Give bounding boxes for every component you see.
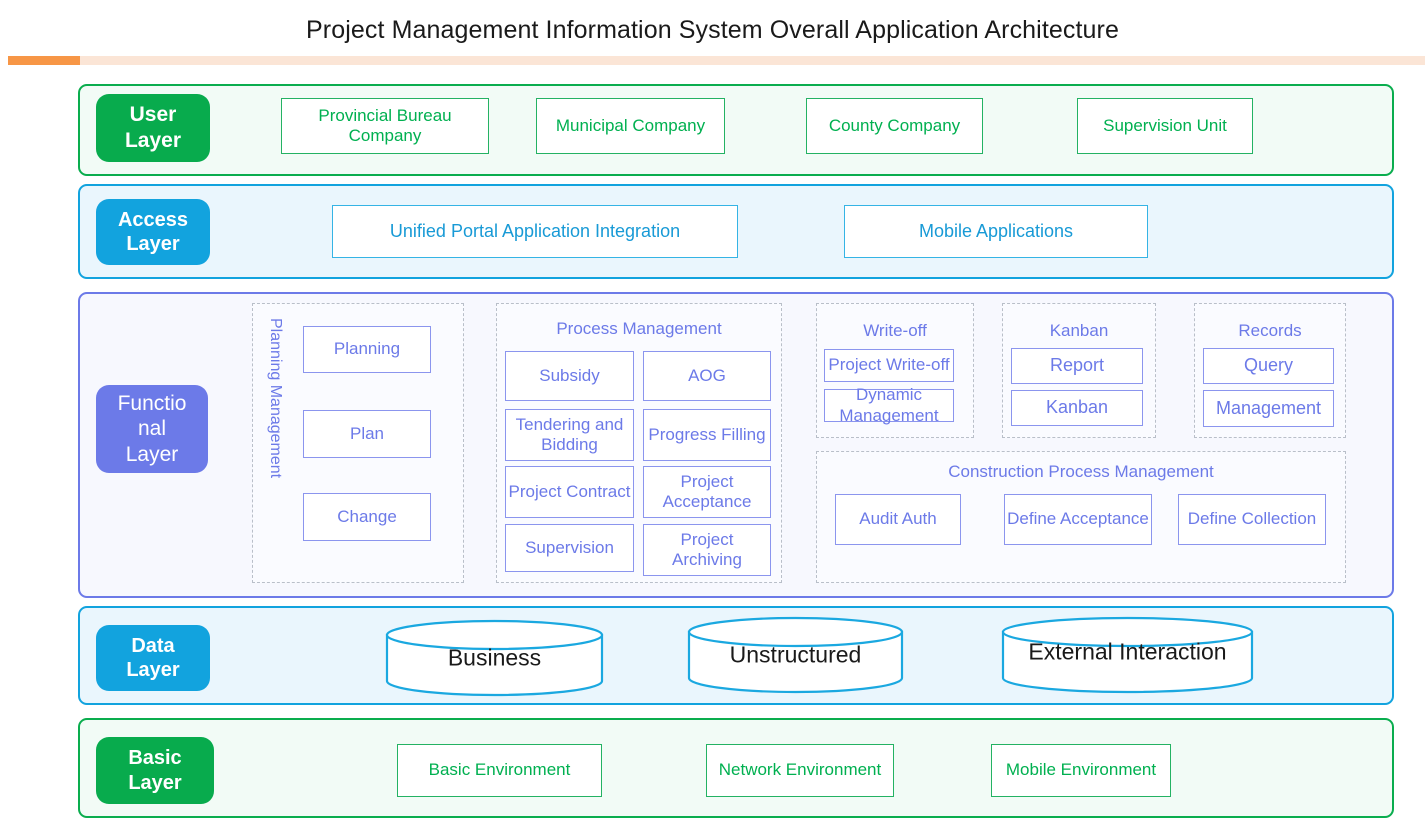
process-item-subsidy[interactable]: Subsidy	[505, 351, 634, 401]
process-item-project-archiving[interactable]: Project Archiving	[643, 524, 771, 576]
access-layer-badge-line1: Access	[117, 208, 189, 231]
planning-item-planning[interactable]: Planning	[303, 326, 431, 373]
writeoff-item-dynamic-management[interactable]: Dynamic Management	[824, 385, 954, 425]
data-cylinder-unstructured[interactable]: Unstructured	[687, 616, 904, 694]
process-management-group-title: Process Management	[556, 319, 722, 338]
user-layer-badge-line1: User	[129, 103, 177, 127]
page-title: Project Management Information System Ov…	[306, 16, 1119, 44]
user-item-municipal-company[interactable]: Municipal Company	[536, 98, 725, 154]
accent-bar	[8, 56, 1425, 65]
access-layer-badge: Access Layer	[96, 199, 210, 265]
writeoff-item-project-write-off[interactable]: Project Write-off	[824, 349, 954, 382]
planning-management-vertical-label: Planning Management	[267, 318, 284, 479]
process-item-progress-filling[interactable]: Progress Filling	[643, 409, 771, 461]
basic-layer-badge: Basic Layer	[96, 737, 214, 804]
records-item-query[interactable]: Query	[1203, 348, 1334, 384]
basic-layer-badge-line1: Basic	[128, 747, 182, 770]
construction-item-audit-auth[interactable]: Audit Auth	[835, 494, 961, 545]
user-item-county-company[interactable]: County Company	[806, 98, 983, 154]
writeoff-item-dynamic-management-label: Dynamic Management	[839, 385, 939, 425]
user-item-supervision-unit[interactable]: Supervision Unit	[1077, 98, 1253, 154]
construction-item-define-collection[interactable]: Define Collection	[1178, 494, 1326, 545]
data-layer-badge: Data Layer	[96, 625, 210, 691]
kanban-item-kanban[interactable]: Kanban	[1011, 390, 1143, 426]
functional-layer-badge-line2: nal	[137, 417, 167, 441]
basic-item-network-environment[interactable]: Network Environment	[706, 744, 894, 797]
basic-layer-badge-line2: Layer	[128, 771, 182, 794]
functional-layer-badge-line3: Layer	[125, 442, 179, 466]
process-item-supervision[interactable]: Supervision	[505, 524, 634, 572]
user-layer-badge-line2: Layer	[124, 129, 182, 152]
data-layer-badge-line1: Data	[131, 634, 175, 657]
accent-bar-peach	[8, 56, 1425, 65]
writeoff-group-title: Write-off	[863, 321, 927, 340]
construction-process-management-group-title: Construction Process Management	[948, 462, 1214, 481]
process-item-tendering-and-bidding[interactable]: Tendering and Bidding	[505, 409, 634, 461]
access-item-unified-portal-application-integration[interactable]: Unified Portal Application Integration	[332, 205, 738, 258]
data-cylinder-business-label: Business	[447, 644, 542, 671]
data-cylinder-business[interactable]: Business	[385, 619, 604, 697]
planning-item-plan[interactable]: Plan	[303, 410, 431, 458]
writeoff-item-project-write-off-label: Project Write-off	[828, 355, 950, 375]
access-layer-badge-line2: Layer	[126, 233, 180, 255]
data-cylinder-unstructured-label: Unstructured	[729, 641, 862, 668]
construction-item-define-acceptance[interactable]: Define Acceptance	[1004, 494, 1152, 545]
records-group-title: Records	[1238, 321, 1302, 340]
kanban-item-report[interactable]: Report	[1011, 348, 1143, 384]
user-item-provincial-bureau-company[interactable]: Provincial Bureau Company	[281, 98, 489, 154]
user-layer-badge: User Layer	[96, 94, 210, 162]
data-cylinder-external-interaction-label: External Interaction	[1028, 638, 1227, 665]
process-item-project-contract[interactable]: Project Contract	[505, 466, 634, 518]
functional-layer-badge: Functio nal Layer	[96, 385, 208, 473]
process-item-aog[interactable]: AOG	[643, 351, 771, 401]
records-item-management[interactable]: Management	[1203, 390, 1334, 427]
data-layer-badge-line2: Layer	[126, 659, 180, 681]
accent-bar-orange	[8, 56, 80, 65]
basic-item-mobile-environment[interactable]: Mobile Environment	[991, 744, 1171, 797]
process-item-project-acceptance[interactable]: Project Acceptance	[643, 466, 771, 518]
functional-layer-badge-line1: Functio	[117, 391, 187, 415]
kanban-group-title: Kanban	[1049, 321, 1109, 340]
data-cylinder-external-interaction[interactable]: External Interaction	[1001, 616, 1254, 694]
access-item-mobile-applications[interactable]: Mobile Applications	[844, 205, 1148, 258]
basic-item-basic-environment[interactable]: Basic Environment	[397, 744, 602, 797]
planning-item-change[interactable]: Change	[303, 493, 431, 541]
